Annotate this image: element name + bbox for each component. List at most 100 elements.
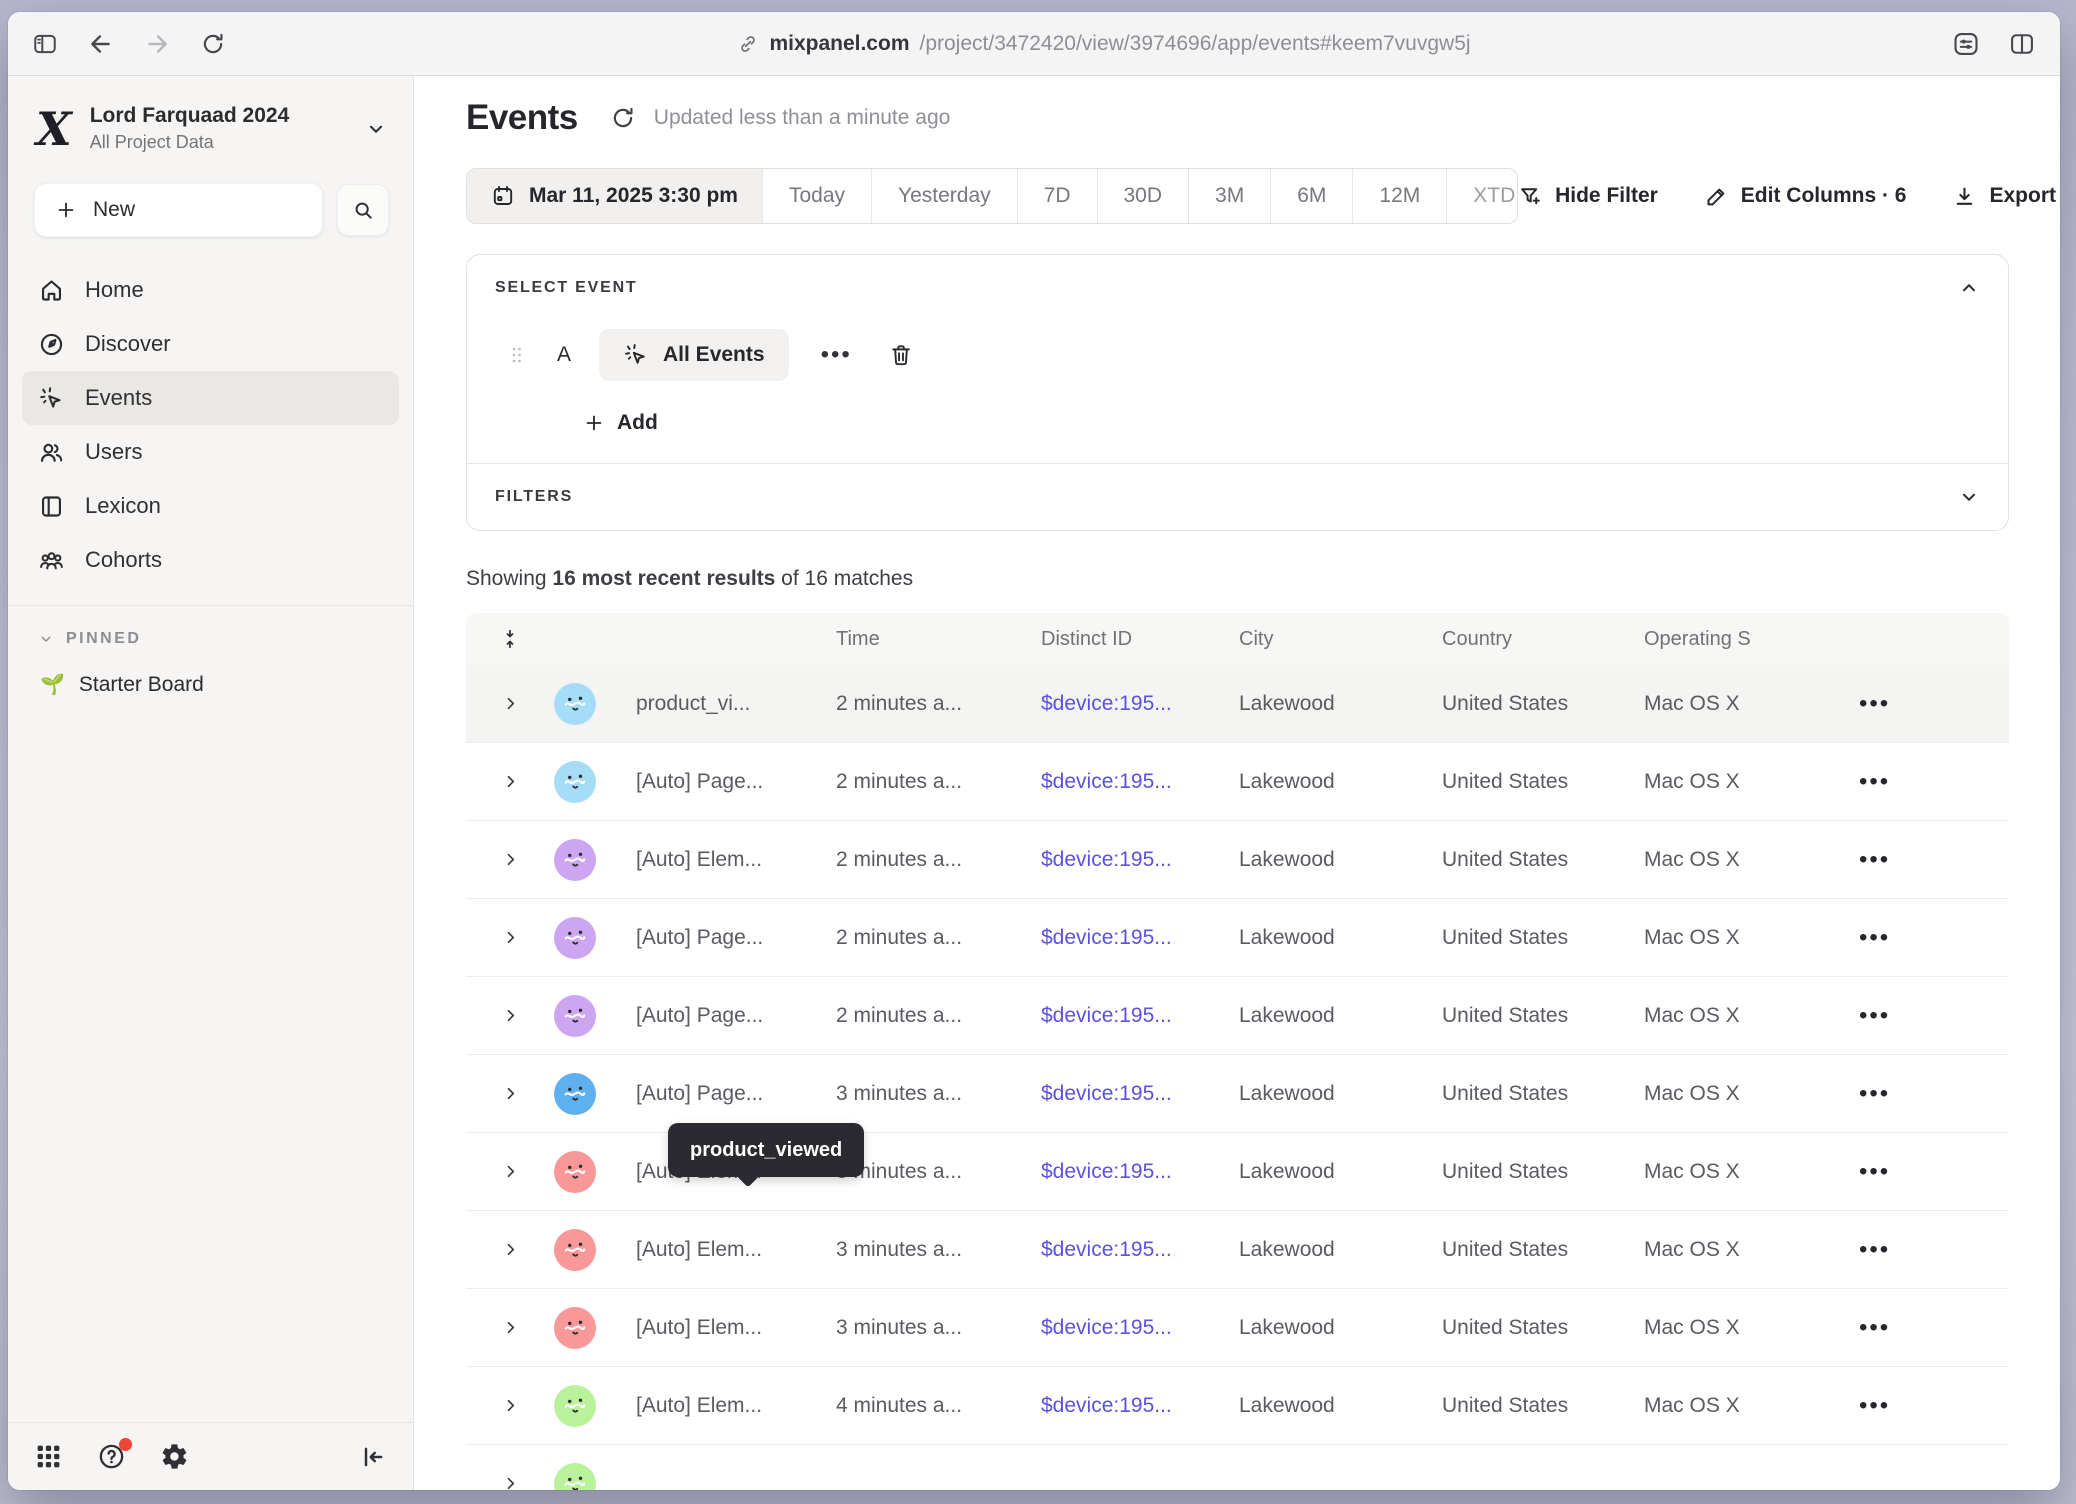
table-row[interactable]: [Auto] Elem... 3 minutes a... $device:19…	[466, 1211, 2009, 1289]
table-row[interactable]: product_vi... 2 minutes a... $device:195…	[466, 665, 2009, 743]
column-header-city[interactable]: City	[1227, 628, 1430, 651]
row-menu-button[interactable]: •••	[1847, 1002, 2009, 1030]
chevron-right-icon	[501, 1396, 520, 1415]
forward-button[interactable]	[144, 31, 170, 57]
distinct-id-link[interactable]: $device:195...	[1029, 692, 1227, 716]
distinct-id-link[interactable]: $device:195...	[1029, 926, 1227, 950]
row-expand-chevron[interactable]	[490, 1084, 530, 1103]
distinct-id-link[interactable]: $device:195...	[1029, 1394, 1227, 1418]
hide-filter-button[interactable]: Hide Filter	[1518, 184, 1658, 209]
help-button[interactable]	[97, 1442, 126, 1471]
distinct-id-link[interactable]: $device:195...	[1029, 1316, 1227, 1340]
event-selector-chip[interactable]: All Events	[599, 329, 789, 381]
column-header-time[interactable]: Time	[824, 628, 1029, 651]
collapse-section-button[interactable]	[1958, 277, 1980, 299]
column-header-distinct-id[interactable]: Distinct ID	[1029, 628, 1227, 651]
event-row-more-button[interactable]: •••	[821, 341, 852, 369]
chevron-down-icon	[365, 118, 387, 140]
collapse-sidebar-button[interactable]	[359, 1443, 387, 1471]
chevron-right-icon	[501, 850, 520, 869]
collapse-rows-icon	[499, 628, 521, 650]
row-menu-button[interactable]: •••	[1847, 1314, 2009, 1342]
row-menu-button[interactable]: •••	[1847, 924, 2009, 952]
table-row[interactable]: [Auto] Elem... 3 minutes a... $device:19…	[466, 1289, 2009, 1367]
split-view-button[interactable]	[2008, 30, 2036, 58]
add-event-button[interactable]: Add	[583, 411, 1980, 435]
row-expand-chevron[interactable]	[490, 1318, 530, 1337]
event-os: Mac OS X	[1632, 1316, 1847, 1340]
row-expand-chevron[interactable]	[490, 1240, 530, 1259]
expand-filters-button[interactable]	[1958, 486, 1980, 508]
distinct-id-link[interactable]: $device:195...	[1029, 770, 1227, 794]
row-menu-button[interactable]: •••	[1847, 1080, 2009, 1108]
column-header-os[interactable]: Operating S	[1632, 628, 1847, 651]
preset-12m[interactable]: 12M	[1352, 169, 1446, 223]
back-button[interactable]	[88, 31, 114, 57]
sidebar-item-events[interactable]: Events	[22, 371, 399, 425]
new-button-label: New	[93, 198, 135, 222]
preset-3m[interactable]: 3M	[1188, 169, 1270, 223]
distinct-id-link[interactable]: $device:195...	[1029, 1082, 1227, 1106]
table-row[interactable]	[466, 1445, 2009, 1490]
sidebar-item-discover[interactable]: Discover	[22, 317, 399, 371]
preset-7d[interactable]: 7D	[1017, 169, 1097, 223]
column-header-country[interactable]: Country	[1430, 628, 1632, 651]
event-time: 3 minutes a...	[824, 1082, 1029, 1106]
sidebar-item-users[interactable]: Users	[22, 425, 399, 479]
sidebar-item-home[interactable]: Home	[22, 263, 399, 317]
refresh-button[interactable]	[610, 105, 636, 131]
apps-grid-button[interactable]	[34, 1442, 63, 1471]
address-bar[interactable]: mixpanel.com/project/3472420/view/397469…	[256, 32, 1952, 56]
row-menu-button[interactable]: •••	[1847, 690, 2009, 718]
new-button[interactable]: New	[34, 183, 323, 237]
project-switcher[interactable]: X Lord Farquaad 2024 All Project Data	[8, 76, 413, 169]
distinct-id-link[interactable]: $device:195...	[1029, 848, 1227, 872]
preset-30d[interactable]: 30D	[1097, 169, 1189, 223]
row-menu-button[interactable]: •••	[1847, 768, 2009, 796]
sidebar-item-starter-board[interactable]: 🌱 Starter Board	[8, 654, 413, 697]
row-expand-chevron[interactable]	[490, 1162, 530, 1181]
row-expand-chevron[interactable]	[490, 772, 530, 791]
drag-handle[interactable]	[505, 343, 529, 367]
row-menu-button[interactable]: •••	[1847, 1392, 2009, 1420]
delete-event-row-button[interactable]	[888, 342, 914, 368]
table-row[interactable]: [Auto] Page... 2 minutes a... $device:19…	[466, 743, 2009, 821]
row-expand-chevron[interactable]	[490, 694, 530, 713]
distinct-id-link[interactable]: $device:195...	[1029, 1004, 1227, 1028]
distinct-id-link[interactable]: $device:195...	[1029, 1160, 1227, 1184]
row-expand-chevron[interactable]	[490, 850, 530, 869]
event-avatar	[554, 995, 596, 1037]
table-row[interactable]: [Auto] Elem... 2 minutes a... $device:19…	[466, 821, 2009, 899]
toolbar-sidebar-toggle-button[interactable]	[32, 31, 58, 57]
collapse-all-rows-button[interactable]	[490, 628, 530, 650]
edit-columns-button[interactable]: Edit Columns · 6	[1704, 184, 1907, 209]
events-table-body: product_vi... 2 minutes a... $device:195…	[466, 665, 2009, 1490]
row-expand-chevron[interactable]	[490, 1006, 530, 1025]
export-button[interactable]: Export	[1952, 184, 2056, 209]
date-range-button[interactable]: Mar 11, 2025 3:30 pm	[467, 169, 762, 223]
row-expand-chevron[interactable]	[490, 1396, 530, 1415]
settings-gear-button[interactable]	[160, 1442, 189, 1471]
table-row[interactable]: [Auto] Page... 2 minutes a... $device:19…	[466, 977, 2009, 1055]
table-row[interactable]: [Auto] Page... 3 minutes a... $device:19…	[466, 1055, 2009, 1133]
row-menu-button[interactable]: •••	[1847, 846, 2009, 874]
row-expand-chevron[interactable]	[490, 928, 530, 947]
preset-today[interactable]: Today	[762, 169, 871, 223]
pinned-section-header[interactable]: PINNED	[8, 606, 413, 654]
preset-6m[interactable]: 6M	[1270, 169, 1352, 223]
table-row[interactable]: [Auto] Elem... 4 minutes a... $device:19…	[466, 1367, 2009, 1445]
preset-yesterday[interactable]: Yesterday	[871, 169, 1017, 223]
row-menu-button[interactable]: •••	[1847, 1158, 2009, 1186]
event-avatar	[554, 1151, 596, 1193]
row-menu-button[interactable]: •••	[1847, 1236, 2009, 1264]
sidebar-item-cohorts[interactable]: Cohorts	[22, 533, 399, 587]
sidebar-item-lexicon[interactable]: Lexicon	[22, 479, 399, 533]
reload-button[interactable]	[200, 31, 226, 57]
search-button[interactable]	[337, 184, 389, 236]
browser-tune-button[interactable]	[1952, 30, 1980, 58]
preset-xtd-dropdown[interactable]: XTD	[1446, 169, 1518, 223]
distinct-id-link[interactable]: $device:195...	[1029, 1238, 1227, 1262]
table-row[interactable]: [Auto] Page... 2 minutes a... $device:19…	[466, 899, 2009, 977]
row-expand-chevron[interactable]	[490, 1474, 530, 1490]
event-country: United States	[1430, 926, 1632, 950]
